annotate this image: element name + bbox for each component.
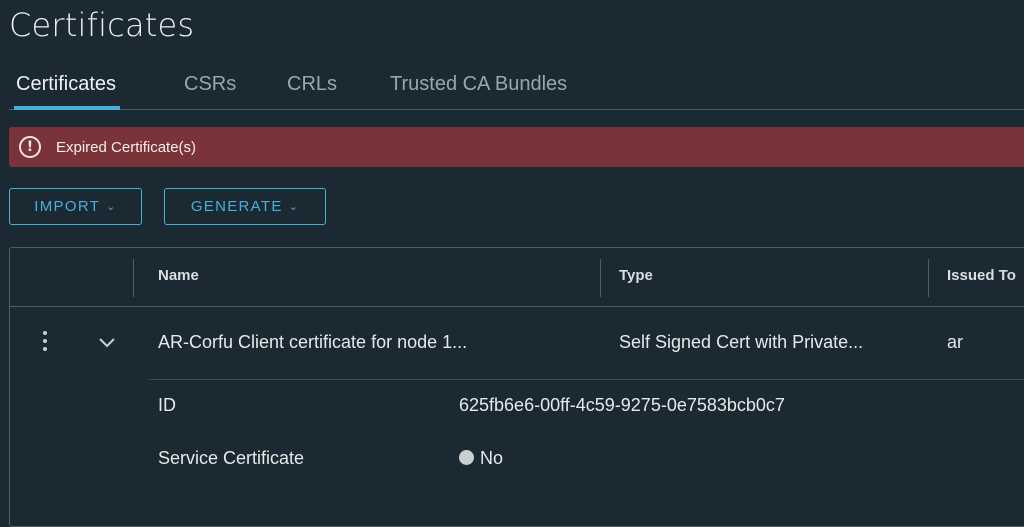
alert-message: Expired Certificate(s) [56, 138, 197, 156]
active-tab-indicator [14, 106, 121, 110]
generate-label: GENERATE [190, 198, 283, 215]
detail-service-certificate-value: No [459, 448, 503, 469]
column-resize-handle[interactable] [600, 259, 601, 297]
import-label: IMPORT [34, 198, 101, 215]
tab-label: CSRs [184, 73, 237, 95]
certificates-datagrid: Name Type Issued To AR-Corfu Client cert… [9, 247, 1024, 527]
tab-csrs[interactable]: CSRs [184, 73, 236, 96]
column-header-type[interactable]: Type [619, 267, 653, 284]
tab-label: CRLs [287, 73, 338, 95]
table-row: AR-Corfu Client certificate for node 1..… [10, 307, 1024, 379]
tab-certificates[interactable]: Certificates [14, 73, 121, 110]
detail-id-value: 625fb6e6-00ff-4c59-9275-0e7583bcb0c7 [459, 395, 785, 415]
tab-label: Certificates [16, 73, 117, 95]
exclamation-circle-icon: ! [19, 136, 41, 158]
tab-trusted-ca-bundles[interactable]: Trusted CA Bundles [390, 73, 567, 96]
tab-bar: Certificates CSRs CRLs Trusted CA Bundle… [0, 66, 1024, 110]
cell-issued-to: ar [947, 332, 964, 352]
chevron-down-icon[interactable] [96, 331, 118, 353]
tab-label: Trusted CA Bundles [390, 73, 568, 95]
column-header-issued-to[interactable]: Issued To [947, 267, 1016, 284]
chevron-down-icon: ⌄ [288, 201, 300, 213]
page-title: Certificates [9, 6, 195, 44]
row-actions-kebab-icon[interactable] [37, 331, 53, 359]
service-certificate-status: No [480, 448, 504, 468]
column-resize-handle[interactable] [928, 259, 929, 297]
column-header-name[interactable]: Name [158, 267, 199, 284]
tab-crls[interactable]: CRLs [287, 73, 337, 96]
chevron-down-icon: ⌄ [106, 201, 117, 213]
generate-button[interactable]: GENERATE ⌄ [164, 188, 326, 225]
cell-name: AR-Corfu Client certificate for node 1..… [158, 332, 468, 352]
detail-divider [148, 379, 1024, 380]
import-button[interactable]: IMPORT ⌄ [9, 188, 142, 225]
detail-id-label: ID [158, 395, 176, 415]
column-separator [133, 259, 134, 297]
expired-certificates-alert: ! Expired Certificate(s) [9, 127, 1024, 167]
status-dot-icon [459, 450, 474, 465]
datagrid-header: Name Type Issued To [10, 248, 1024, 307]
cell-type: Self Signed Cert with Private... [619, 332, 864, 352]
detail-service-certificate-label: Service Certificate [158, 448, 305, 468]
tab-baseline [9, 109, 1024, 110]
